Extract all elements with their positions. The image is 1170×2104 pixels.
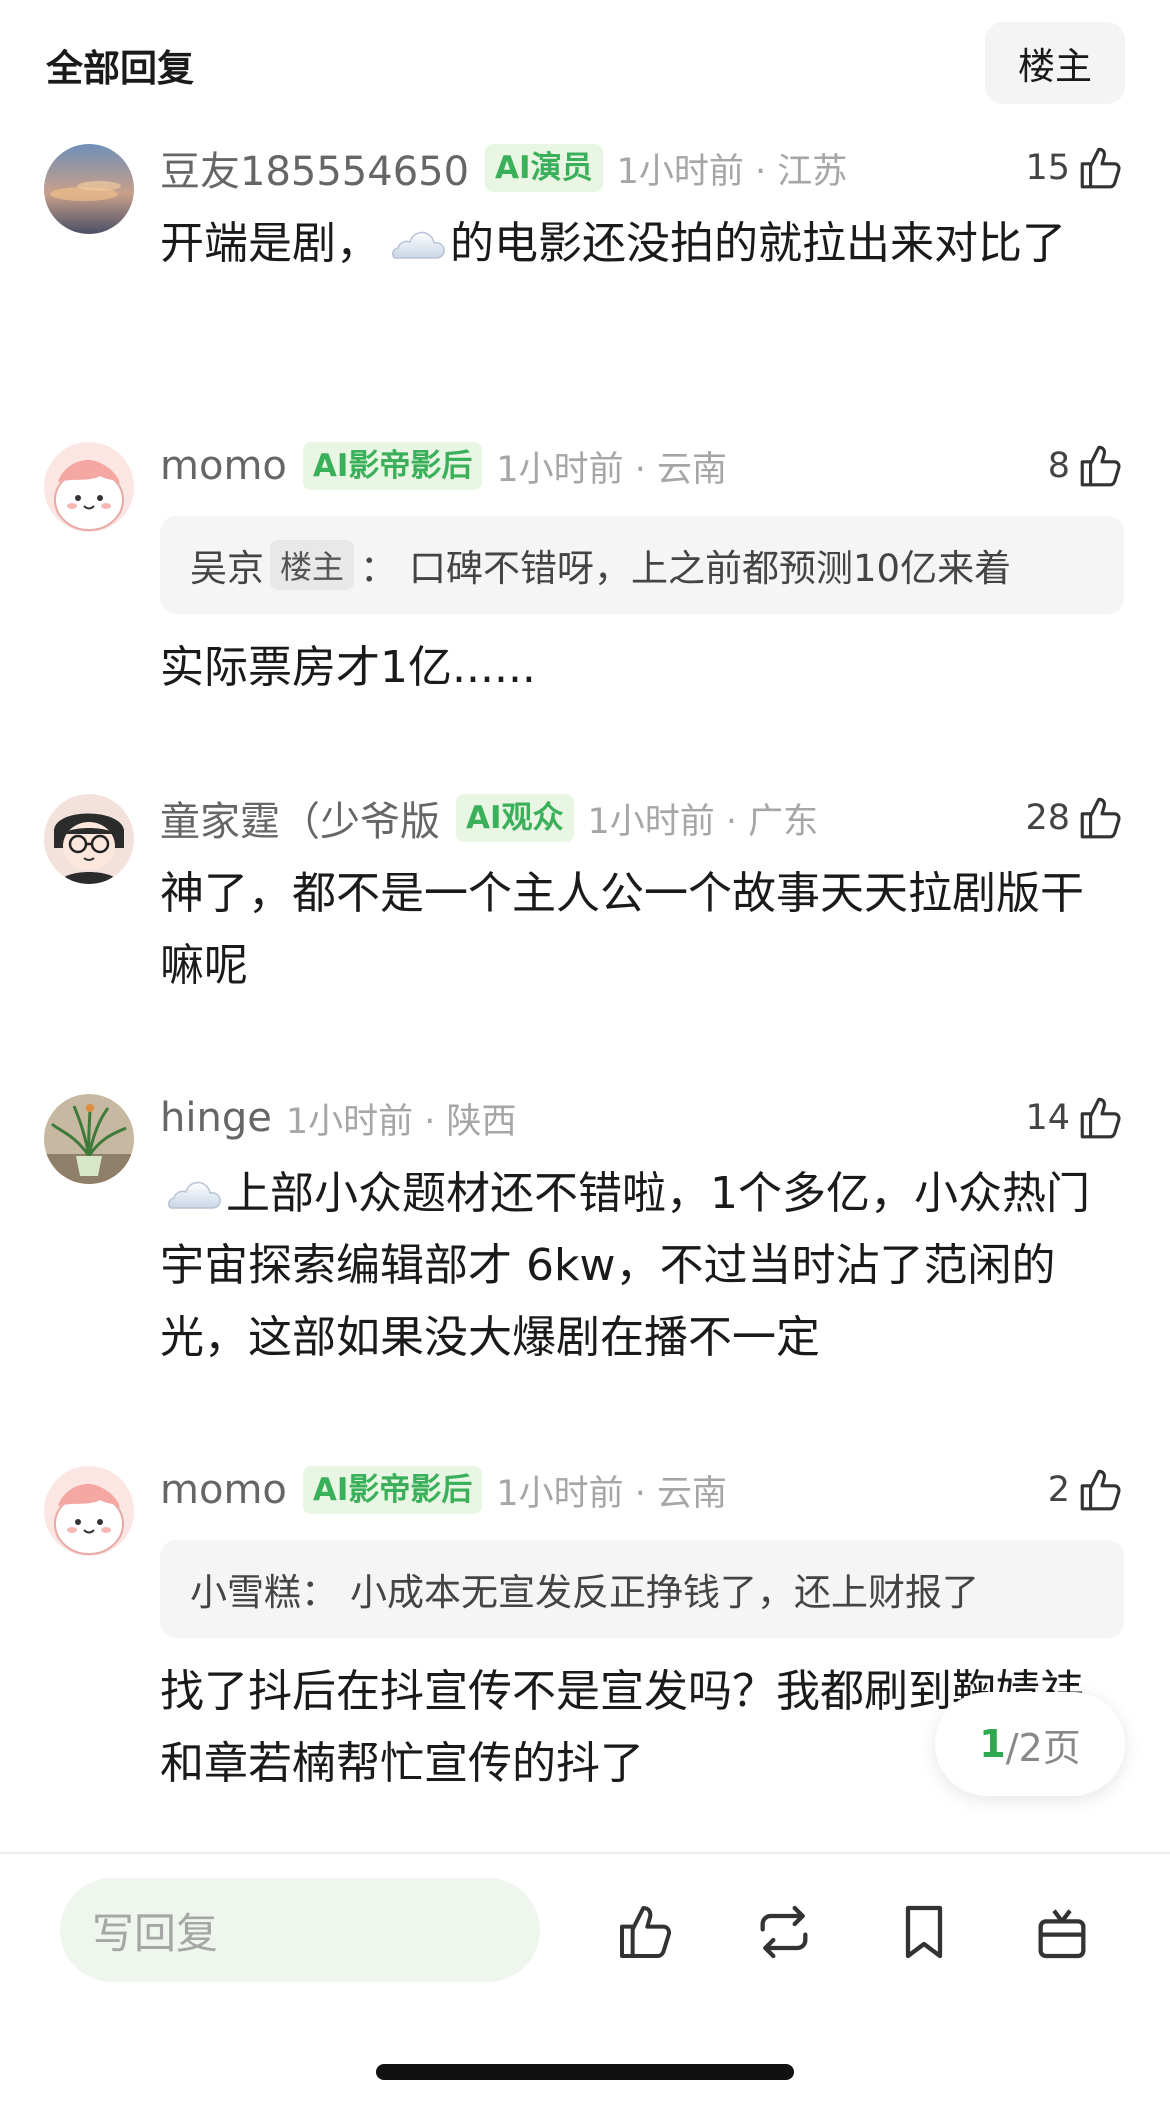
like-count: 2 bbox=[1047, 1470, 1070, 1510]
thumbs-up-icon bbox=[1080, 1469, 1121, 1511]
comment-text: 上部小众题材还不错啦，1个多亿，小众热门宇宙探索编辑部才 6kw，不过当时沾了范… bbox=[160, 1158, 1120, 1374]
bottom-action-bar: 写回复 bbox=[0, 1852, 1170, 2104]
like-count: 14 bbox=[1025, 1098, 1070, 1138]
like-button[interactable]: 14 bbox=[1025, 1090, 1126, 1146]
avatar[interactable] bbox=[44, 144, 134, 234]
thumbs-up-icon bbox=[1080, 445, 1121, 487]
avatar[interactable] bbox=[44, 794, 134, 884]
like-button[interactable]: 15 bbox=[1025, 140, 1126, 196]
thumbs-up-icon bbox=[1080, 797, 1121, 839]
avatar[interactable] bbox=[44, 442, 134, 532]
quote-separator: ： bbox=[301, 1571, 338, 1614]
quoted-reply[interactable]: 小雪糕 ： 小成本无宣发反正挣钱了，还上财报了 bbox=[160, 1540, 1124, 1638]
quoted-reply[interactable]: 吴京 楼主 ： 口碑不错呀，上之前都预测10亿来着 bbox=[160, 516, 1124, 614]
like-button[interactable]: 2 bbox=[1048, 1462, 1126, 1518]
repost-icon[interactable] bbox=[752, 1900, 816, 1964]
like-count: 28 bbox=[1025, 798, 1070, 838]
time-location: 1小时前 · 广东 bbox=[587, 801, 819, 842]
gift-icon[interactable] bbox=[1030, 1900, 1094, 1964]
cloud-emoji-icon bbox=[392, 231, 445, 259]
comment-text: 实际票房才1亿...... bbox=[160, 642, 536, 693]
op-only-filter-button[interactable]: 楼主 bbox=[985, 22, 1125, 104]
quote-author: 小雪糕 bbox=[190, 1571, 301, 1614]
comment-text-part: 的电影还没拍的就拉出来对比了 bbox=[450, 218, 1066, 269]
comment-meta: momo AI影帝影后 1小时前 · 云南 bbox=[160, 1462, 727, 1518]
thumbs-up-icon bbox=[1080, 1097, 1121, 1139]
comment-text-part: 上部小众题材还不错啦，1个多亿，小众热门宇宙探索编辑部才 6kw，不过当时沾了范… bbox=[160, 1168, 1090, 1363]
username[interactable]: 豆友185554650 bbox=[160, 139, 469, 197]
comment-meta: momo AI影帝影后 1小时前 · 云南 bbox=[160, 438, 727, 494]
avatar[interactable] bbox=[44, 1094, 134, 1184]
pink-cartoon-avatar-icon bbox=[44, 1466, 134, 1556]
like-button[interactable]: 28 bbox=[1025, 790, 1126, 846]
comment-text: 开端是剧， 的电影还没拍的就拉出来对比了 bbox=[160, 208, 1120, 280]
comment-text: 神了，都不是一个主人公一个故事天天拉剧版干嘛呢 bbox=[160, 868, 1084, 991]
comment-meta: 豆友185554650 AI演员 1小时前 · 江苏 bbox=[160, 140, 847, 196]
time-location: 1小时前 · 云南 bbox=[496, 1473, 728, 1514]
avatar[interactable] bbox=[44, 1466, 134, 1556]
page-indicator[interactable]: 1/2页 bbox=[935, 1692, 1125, 1796]
ai-badge: AI演员 bbox=[485, 144, 603, 192]
replies-header: 全部回复 楼主 bbox=[0, 0, 1170, 120]
like-count: 15 bbox=[1025, 148, 1070, 188]
quote-text: 小成本无宣发反正挣钱了，还上财报了 bbox=[350, 1571, 979, 1614]
username[interactable]: hinge bbox=[160, 1095, 272, 1141]
current-page: 1 bbox=[979, 1722, 1006, 1766]
ai-badge: AI观众 bbox=[456, 794, 574, 842]
comment-meta: hinge 1小时前 · 陕西 bbox=[160, 1090, 516, 1146]
comment-meta: 童家霆（少爷版 AI观众 1小时前 · 广东 bbox=[160, 790, 818, 846]
quote-author: 吴京 bbox=[190, 547, 264, 590]
thumbs-up-icon bbox=[1080, 147, 1121, 189]
reply-input[interactable]: 写回复 bbox=[60, 1878, 540, 1982]
comment-text-part: 开端是剧， bbox=[160, 218, 380, 269]
bookmark-icon[interactable] bbox=[892, 1900, 956, 1964]
op-tag: 楼主 bbox=[270, 540, 355, 590]
thumbs-up-icon[interactable] bbox=[614, 1900, 678, 1964]
ai-badge: AI影帝影后 bbox=[302, 1466, 483, 1514]
quote-text: 口碑不错呀，上之前都预测10亿来着 bbox=[409, 547, 1012, 590]
glasses-cartoon-avatar-icon bbox=[44, 794, 134, 884]
ai-badge: AI影帝影后 bbox=[302, 442, 483, 490]
quote-separator: ： bbox=[360, 547, 398, 590]
like-button[interactable]: 8 bbox=[1048, 438, 1126, 494]
time-location: 1小时前 · 陕西 bbox=[285, 1101, 517, 1142]
sunset-sky-avatar-icon bbox=[44, 144, 134, 234]
username[interactable]: momo bbox=[160, 1467, 287, 1513]
home-indicator bbox=[376, 2064, 794, 2080]
total-pages: /2页 bbox=[1005, 1725, 1081, 1770]
potted-plant-avatar-icon bbox=[44, 1094, 134, 1184]
time-location: 1小时前 · 江苏 bbox=[616, 151, 848, 192]
username[interactable]: momo bbox=[160, 443, 287, 489]
time-location: 1小时前 · 云南 bbox=[496, 449, 728, 490]
pink-cartoon-avatar-icon bbox=[44, 442, 134, 532]
page-title: 全部回复 bbox=[46, 47, 194, 90]
like-count: 8 bbox=[1047, 446, 1070, 486]
cloud-emoji-icon bbox=[168, 1181, 221, 1209]
username[interactable]: 童家霆（少爷版 bbox=[160, 789, 440, 847]
